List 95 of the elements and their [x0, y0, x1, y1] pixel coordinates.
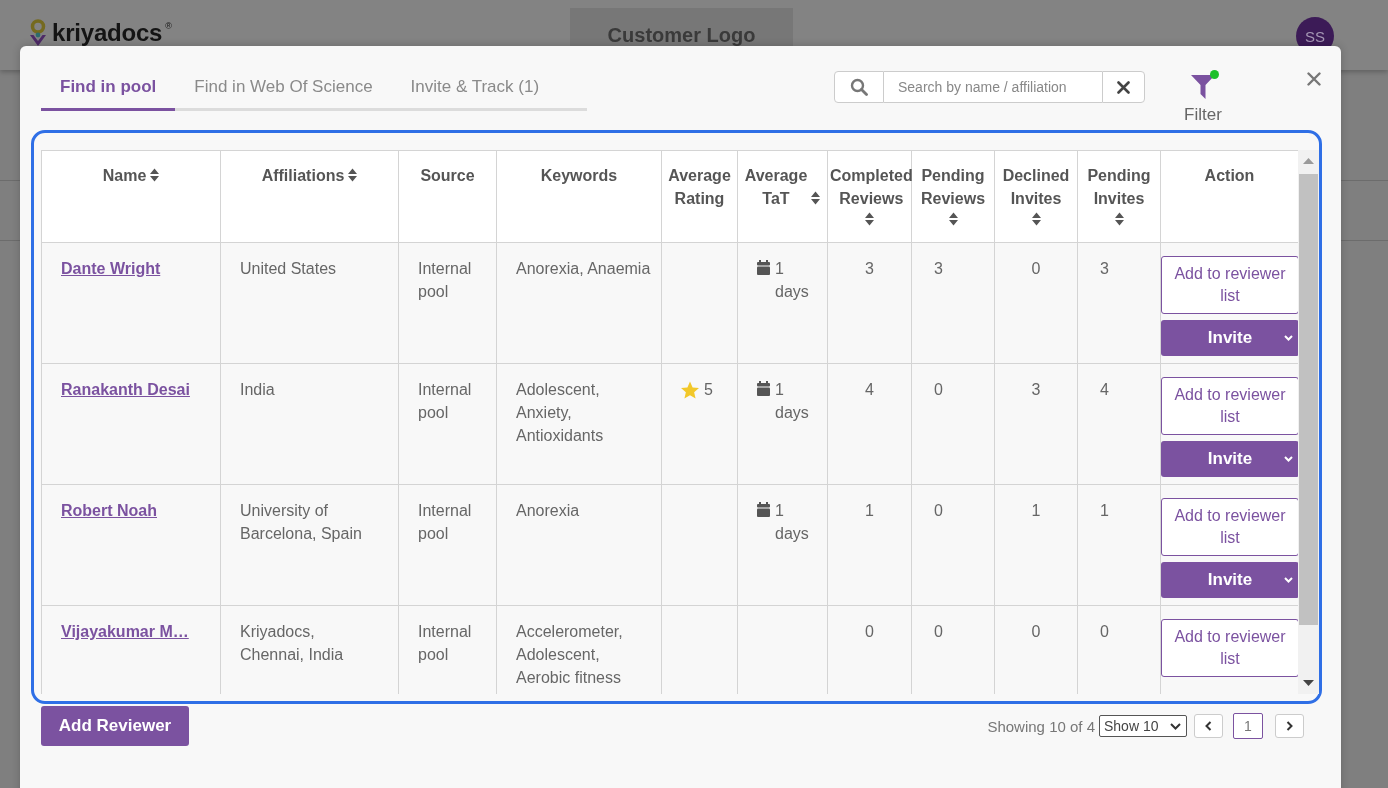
- add-to-list-button[interactable]: Add to reviewer list: [1161, 498, 1298, 556]
- keywords-text: Adolescent, Anxiety, Antioxidants: [516, 381, 604, 444]
- sort-icon[interactable]: [348, 168, 358, 182]
- filter-button[interactable]: Filter: [1173, 73, 1233, 125]
- previous-page-button[interactable]: [1194, 714, 1223, 738]
- star-icon: [681, 380, 699, 399]
- results-summary: Showing 10 of 4: [987, 717, 1095, 735]
- column-header[interactable]: Completed Reviews: [830, 164, 913, 210]
- customer-logo-text: Customer Logo: [607, 24, 756, 46]
- chevron-right-icon: [1286, 721, 1293, 731]
- count-text: 1: [1031, 502, 1041, 519]
- column-header[interactable]: Name: [102, 164, 147, 187]
- source-text: Internal pool: [418, 502, 472, 542]
- calendar-icon: [757, 260, 770, 275]
- invite-button[interactable]: Invite: [1161, 441, 1298, 477]
- next-page-button[interactable]: [1275, 714, 1304, 738]
- count-text: 0: [934, 623, 943, 640]
- caret-icon: [1284, 577, 1293, 583]
- sort-icon[interactable]: [948, 212, 958, 226]
- tab[interactable]: Invite & Track (1): [391, 66, 559, 111]
- close-icon: [1307, 72, 1321, 86]
- keywords-text: Anorexia: [516, 502, 580, 519]
- add-reviewer-button[interactable]: Add Reviewer: [41, 706, 189, 746]
- count-text: 0: [1031, 623, 1041, 640]
- caret-icon: [1284, 335, 1293, 341]
- turnaround-text: 1 days: [775, 259, 809, 302]
- affiliation-text: University of Barcelona, Spain: [240, 502, 362, 542]
- count-text: 3: [865, 260, 874, 277]
- count-text: 4: [865, 381, 874, 398]
- tab[interactable]: Find in Web Of Science: [175, 66, 392, 111]
- close-button[interactable]: [1307, 72, 1321, 86]
- source-text: Internal pool: [418, 623, 472, 663]
- affiliation-text: India: [240, 381, 275, 398]
- turnaround-text: 1 days: [775, 501, 809, 544]
- caret-icon: [1284, 456, 1293, 462]
- tab[interactable]: Find in pool: [41, 66, 176, 111]
- keywords-text: Anorexia, Anaemia: [516, 260, 651, 277]
- invite-button[interactable]: Invite: [1161, 320, 1298, 356]
- add-to-list-button[interactable]: Add to reviewer list: [1161, 377, 1298, 435]
- chevron-down-icon: [1170, 722, 1181, 730]
- column-header: Action: [1204, 166, 1255, 186]
- count-text: 0: [934, 381, 943, 398]
- reviewer-name-link[interactable]: Vijayakumar M…: [61, 623, 189, 640]
- column-header[interactable]: Average TaT: [744, 164, 808, 210]
- reviewer-name-link[interactable]: Dante Wright: [61, 260, 161, 277]
- sort-icon[interactable]: [1031, 212, 1041, 226]
- clear-search-button[interactable]: [1102, 71, 1145, 103]
- sort-icon[interactable]: [811, 191, 821, 205]
- count-text: 3: [1031, 381, 1041, 398]
- column-header[interactable]: Affiliations: [261, 164, 345, 187]
- sort-icon[interactable]: [865, 212, 874, 226]
- column-header: Source: [420, 166, 475, 186]
- column-header: Average Rating: [668, 166, 731, 209]
- affiliation-text: Kriyadocs, Chennai, India: [240, 623, 344, 663]
- add-to-list-button[interactable]: Add to reviewer list: [1161, 256, 1298, 314]
- column-header: Keywords: [540, 166, 618, 186]
- sort-icon[interactable]: [150, 168, 160, 182]
- calendar-icon: [757, 502, 770, 517]
- search-field[interactable]: Search by name / affiliation: [884, 71, 1102, 103]
- count-text: 0: [1100, 623, 1109, 640]
- chevron-left-icon: [1205, 721, 1212, 731]
- reviewer-name-link[interactable]: Robert Noah: [61, 502, 157, 519]
- source-text: Internal pool: [418, 260, 472, 300]
- turnaround-text: 1 days: [775, 380, 809, 423]
- registered-mark: ®: [165, 21, 172, 31]
- keywords-text: Accelerometer, Adolescent, Aerobic fitness: [516, 623, 623, 686]
- count-text: 3: [1100, 260, 1109, 277]
- close-icon: [1117, 80, 1130, 94]
- count-text: 0: [1031, 260, 1041, 277]
- page-size-select[interactable]: Show 10: [1099, 715, 1187, 737]
- column-header[interactable]: Pending Reviews: [921, 164, 985, 210]
- count-text: 1: [865, 502, 874, 519]
- rating-text: 5: [704, 380, 713, 400]
- calendar-icon: [757, 381, 770, 396]
- count-text: 3: [934, 260, 943, 277]
- reviewer-name-link[interactable]: Ranakanth Desai: [61, 381, 190, 398]
- search-icon: [850, 78, 868, 96]
- add-to-list-button[interactable]: Add to reviewer list: [1161, 619, 1298, 677]
- invite-button[interactable]: Invite: [1161, 562, 1298, 598]
- count-text: 0: [865, 623, 874, 640]
- column-header[interactable]: Pending Invites: [1087, 164, 1151, 210]
- count-text: 1: [1100, 502, 1109, 519]
- scrollbar-track[interactable]: [1298, 150, 1319, 694]
- logo-text: kriyadocs: [52, 19, 163, 47]
- logo-icon: [27, 19, 49, 47]
- column-header[interactable]: Declined Invites: [1002, 164, 1070, 210]
- page-button[interactable]: 1: [1233, 713, 1263, 739]
- count-text: 0: [934, 502, 943, 519]
- count-text: 4: [1100, 381, 1109, 398]
- search-button[interactable]: [834, 71, 884, 103]
- scrollbar-thumb[interactable]: [1299, 174, 1318, 625]
- scroll-down-icon[interactable]: [1303, 680, 1314, 686]
- sort-icon[interactable]: [1114, 212, 1124, 226]
- affiliation-text: United States: [240, 260, 337, 277]
- source-text: Internal pool: [418, 381, 472, 421]
